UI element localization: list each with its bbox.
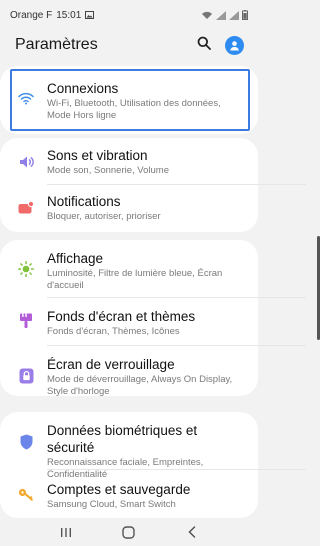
wifi-status-icon <box>201 11 213 20</box>
settings-item-label: Sons et vibration <box>47 148 148 163</box>
search-icon[interactable] <box>197 36 211 55</box>
shield-icon <box>18 434 34 450</box>
settings-item-description: Fonds d'écran, Thèmes, Icônes <box>47 326 180 337</box>
settings-item-description: Luminosité, Filtre de lumière bleue, Écr… <box>47 268 223 291</box>
gallery-notification-icon <box>85 11 95 19</box>
navigation-bar <box>0 518 258 546</box>
brightness-icon <box>18 261 34 277</box>
home-button[interactable] <box>114 522 144 542</box>
settings-item-fonds-ecran-themes[interactable]: Fonds d'écran et thèmes Fonds d'écran, T… <box>0 298 258 344</box>
carrier-label: Orange F <box>10 9 53 21</box>
brush-icon <box>18 313 34 329</box>
speaker-icon <box>18 154 34 170</box>
settings-item-label: Notifications <box>47 194 121 209</box>
lock-icon <box>18 368 34 384</box>
settings-item-label: Affichage <box>47 251 104 266</box>
page-title: Paramètres <box>15 36 98 53</box>
settings-item-description: Mode son, Sonnerie, Volume <box>47 165 169 176</box>
settings-item-description: Bloquer, autoriser, prioriser <box>47 211 161 222</box>
settings-item-biometrie-securite[interactable]: Données biométriques et sécurité Reconna… <box>0 412 258 480</box>
app-header: Paramètres <box>0 30 258 60</box>
battery-icon <box>242 10 248 20</box>
settings-item-label: Comptes et sauvegarde <box>47 482 191 497</box>
status-bar: Orange F 15:01 <box>0 0 258 30</box>
settings-item-ecran-verrouillage[interactable]: Écran de verrouillage Mode de déverrouil… <box>0 346 258 397</box>
settings-item-description: Samsung Cloud, Smart Switch <box>47 499 176 510</box>
recent-apps-button[interactable] <box>51 522 81 542</box>
signal-icon-2 <box>229 10 239 20</box>
settings-item-notifications[interactable]: Notifications Bloquer, autoriser, priori… <box>0 185 258 231</box>
signal-icon <box>216 10 226 20</box>
settings-item-description: Mode de déverrouillage, Always On Displa… <box>47 374 233 397</box>
account-avatar[interactable] <box>225 35 244 55</box>
focus-highlight <box>10 69 250 131</box>
time-label: 15:01 <box>56 9 82 21</box>
settings-item-sons-vibration[interactable]: Sons et vibration Mode son, Sonnerie, Vo… <box>0 138 258 184</box>
back-button[interactable] <box>177 522 207 542</box>
notification-icon <box>18 199 34 215</box>
settings-item-label: Fonds d'écran et thèmes <box>47 309 196 324</box>
key-icon <box>18 487 34 503</box>
settings-item-label: Données biométriques et sécurité <box>47 423 198 455</box>
settings-item-affichage[interactable]: Affichage Luminosité, Filtre de lumière … <box>0 240 258 295</box>
settings-item-label: Écran de verrouillage <box>47 357 175 372</box>
settings-item-comptes-sauvegarde[interactable]: Comptes et sauvegarde Samsung Cloud, Sma… <box>0 470 258 518</box>
